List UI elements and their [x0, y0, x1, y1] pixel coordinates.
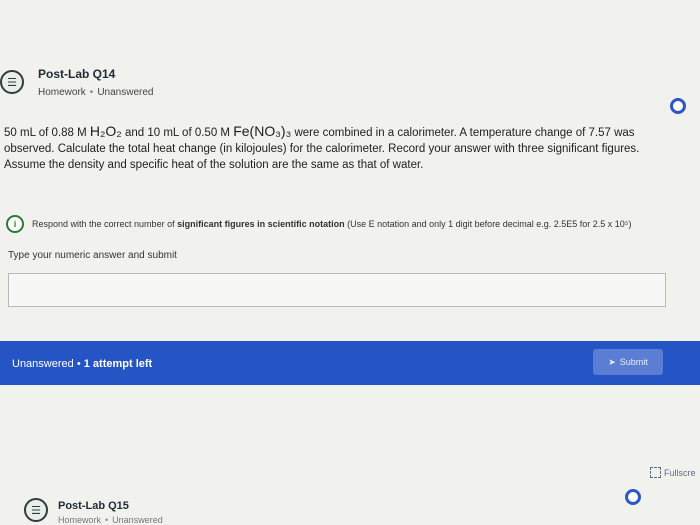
info-icon: i	[6, 215, 24, 233]
chem-formula-fe-no3: Fe(NO₃)₃	[233, 123, 292, 139]
meta-separator: •	[105, 515, 109, 525]
hint-lead: Respond with the correct number of	[32, 219, 178, 229]
hint-text: Respond with the correct number of signi…	[32, 219, 632, 229]
hint-tail: (Use E notation and only 1 digit before …	[344, 219, 632, 229]
attempt-status: Unanswered • 1 attempt left	[12, 358, 152, 370]
question-meta: Homework • Unanswered	[58, 515, 163, 525]
chem-formula-h2o2: H₂O₂	[89, 123, 122, 139]
question-status: Unanswered	[112, 515, 163, 525]
question-meta: Homework • Unanswered	[38, 87, 153, 98]
send-icon: ➤	[608, 356, 616, 367]
question-list-icon: ☰	[0, 70, 24, 94]
problem-statement: 50 mL of 0.88 M H₂O₂ and 10 mL of 0.50 M…	[4, 123, 664, 173]
question-type: Homework	[38, 87, 86, 98]
submit-button[interactable]: ➤ Submit	[593, 349, 663, 375]
answer-label: Type your numeric answer and submit	[8, 250, 177, 261]
answer-status: Unanswered	[12, 358, 74, 370]
problem-text-1: 50 mL of 0.88 M	[4, 127, 90, 139]
hint-bold: significant figures in scientific notati…	[177, 219, 345, 229]
fullscreen-label: Fullscre	[664, 467, 696, 478]
question-status: Unanswered	[97, 87, 154, 98]
question-list-icon: ☰	[24, 498, 48, 522]
fullscreen-button[interactable]: Fullscre	[650, 467, 696, 478]
problem-text-2: and 10 mL of 0.50 M	[121, 127, 234, 139]
fullscreen-icon	[650, 467, 661, 478]
status-separator: •	[76, 358, 81, 370]
question-header[interactable]: ☰ Post-Lab Q14 Homework • Unanswered	[0, 60, 700, 104]
numeric-answer-input[interactable]	[8, 273, 666, 307]
meta-separator: •	[89, 87, 94, 98]
question-title: Post-Lab Q15	[58, 500, 129, 512]
question-header-next[interactable]: ☰ Post-Lab Q15 Homework • Unanswered	[0, 494, 700, 525]
status-bar: Unanswered • 1 attempt left ➤ Submit	[0, 341, 700, 385]
question-type: Homework	[58, 515, 102, 525]
hint-box: i Respond with the correct number of sig…	[6, 213, 688, 235]
attempts-left: 1 attempt left	[83, 358, 153, 370]
status-dot-icon	[670, 98, 686, 114]
question-title: Post-Lab Q14	[38, 67, 116, 81]
submit-label: Submit	[619, 357, 648, 367]
